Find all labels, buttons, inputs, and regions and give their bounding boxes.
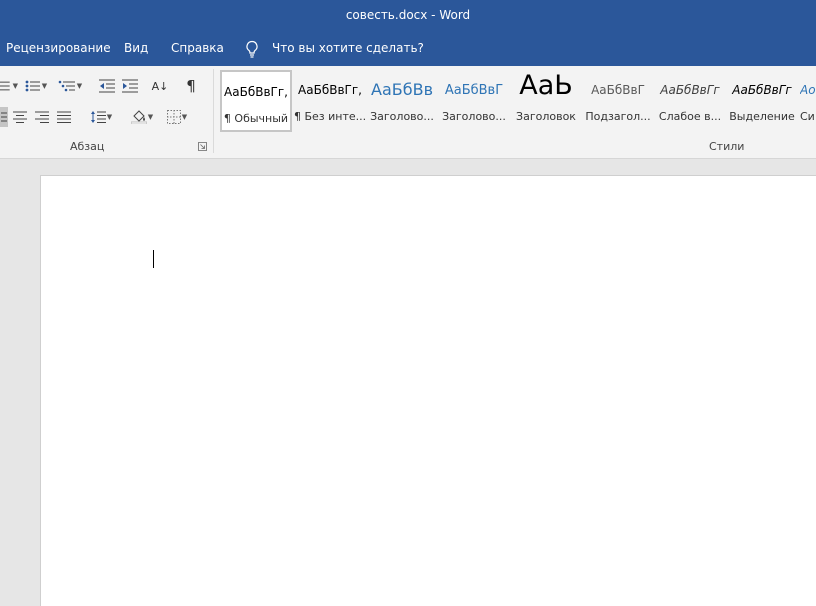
justify-button[interactable] bbox=[55, 107, 73, 127]
chevron-down-icon: ▼ bbox=[12, 82, 18, 90]
numbered-list-icon bbox=[25, 80, 40, 92]
align-center-button[interactable] bbox=[11, 107, 29, 127]
text-cursor bbox=[153, 250, 154, 268]
align-left-icon bbox=[1, 112, 7, 122]
style-preview: АаБбВвГг bbox=[660, 83, 720, 97]
decrease-indent-button[interactable] bbox=[97, 76, 117, 96]
style-name: ¶ Без инте... bbox=[294, 110, 366, 123]
document-canvas bbox=[0, 159, 816, 606]
style-heading-1[interactable]: АаБбВв Заголово... bbox=[366, 70, 438, 132]
style-preview: АаБбВвГ bbox=[591, 83, 645, 97]
style-normal[interactable]: АаБбВвГг, ¶ Обычный bbox=[220, 70, 292, 132]
styles-group-label: Стили bbox=[709, 140, 745, 153]
style-heading-2[interactable]: АаБбВвГ Заголово... bbox=[438, 70, 510, 132]
ribbon-home: ▼ ▼ ▼ A↓ ¶ ▼ ▼ ▼ Абзац АаБбВвГг, ¶ Обычн… bbox=[0, 66, 816, 159]
shading-button[interactable]: ▼ bbox=[127, 107, 157, 127]
borders-button[interactable]: ▼ bbox=[162, 107, 192, 127]
title-bar: совесть.docx - Word bbox=[0, 0, 816, 33]
style-preview: АаЬ bbox=[519, 70, 573, 101]
bullets-button[interactable]: ▼ bbox=[0, 76, 18, 96]
tell-me-search[interactable]: Что вы хотите сделать? bbox=[272, 41, 424, 55]
align-left-button[interactable] bbox=[0, 107, 8, 127]
chevron-down-icon: ▼ bbox=[181, 113, 188, 121]
line-spacing-icon bbox=[90, 111, 106, 123]
style-preview: Ao bbox=[800, 83, 816, 97]
pilcrow-icon: ¶ bbox=[186, 77, 196, 95]
numbering-button[interactable]: ▼ bbox=[22, 76, 50, 96]
paragraph-group-label: Абзац bbox=[70, 140, 105, 153]
document-page[interactable] bbox=[40, 175, 816, 606]
decrease-indent-icon bbox=[99, 79, 115, 93]
style-preview: АаБбВв bbox=[371, 80, 433, 99]
multilevel-list-icon bbox=[58, 80, 75, 92]
align-right-button[interactable] bbox=[33, 107, 51, 127]
style-preview: АаБбВвГг, bbox=[224, 85, 288, 99]
paint-bucket-icon bbox=[130, 110, 147, 124]
style-name: Заголовок bbox=[516, 110, 576, 123]
sort-button[interactable]: A↓ bbox=[149, 76, 171, 96]
style-name: Подзагол... bbox=[585, 110, 651, 123]
lightbulb-icon[interactable] bbox=[244, 40, 260, 58]
style-partial[interactable]: Ao Си bbox=[798, 70, 816, 132]
style-name: Си bbox=[800, 110, 815, 123]
style-subtitle[interactable]: АаБбВвГ Подзагол... bbox=[582, 70, 654, 132]
chevron-down-icon: ▼ bbox=[106, 113, 113, 121]
style-name: Заголово... bbox=[442, 110, 506, 123]
dialog-launcher-icon[interactable] bbox=[198, 142, 207, 151]
style-name: Выделение bbox=[729, 110, 795, 123]
style-title[interactable]: АаЬ Заголовок bbox=[510, 70, 582, 132]
style-preview: АаБбВвГг, bbox=[298, 83, 362, 97]
increase-indent-button[interactable] bbox=[120, 76, 140, 96]
tab-review[interactable]: Рецензирование bbox=[6, 41, 111, 55]
tab-view[interactable]: Вид bbox=[124, 41, 148, 55]
style-emphasis[interactable]: АаБбВвГг Выделение bbox=[726, 70, 798, 132]
style-no-spacing[interactable]: АаБбВвГг, ¶ Без инте... bbox=[294, 70, 366, 132]
style-subtle-emphasis[interactable]: АаБбВвГг Слабое в... bbox=[654, 70, 726, 132]
align-right-icon bbox=[35, 111, 49, 123]
chevron-down-icon: ▼ bbox=[41, 82, 48, 90]
line-spacing-button[interactable]: ▼ bbox=[86, 107, 116, 127]
chevron-down-icon: ▼ bbox=[76, 82, 83, 90]
multilevel-list-button[interactable]: ▼ bbox=[55, 76, 85, 96]
style-preview: АаБбВвГг bbox=[732, 83, 792, 97]
styles-gallery: АаБбВвГг, ¶ Обычный АаБбВвГг, ¶ Без инте… bbox=[220, 70, 816, 132]
window-title: совесть.docx - Word bbox=[345, 8, 471, 22]
bullet-list-icon bbox=[0, 81, 10, 91]
style-preview: АаБбВвГ bbox=[444, 83, 504, 98]
style-name: ¶ Обычный bbox=[223, 112, 289, 125]
increase-indent-icon bbox=[122, 79, 138, 93]
tab-help[interactable]: Справка bbox=[171, 41, 224, 55]
style-name: Заголово... bbox=[370, 110, 434, 123]
sort-az-icon: A↓ bbox=[151, 79, 169, 93]
chevron-down-icon: ▼ bbox=[147, 113, 154, 121]
justify-icon bbox=[57, 111, 71, 123]
borders-icon bbox=[166, 110, 181, 124]
align-center-icon bbox=[13, 111, 27, 123]
group-separator bbox=[213, 69, 214, 153]
ribbon-tabs: Рецензирование Вид Справка Что вы хотите… bbox=[0, 33, 816, 66]
show-formatting-marks-button[interactable]: ¶ bbox=[181, 76, 201, 96]
style-name: Слабое в... bbox=[658, 110, 722, 123]
